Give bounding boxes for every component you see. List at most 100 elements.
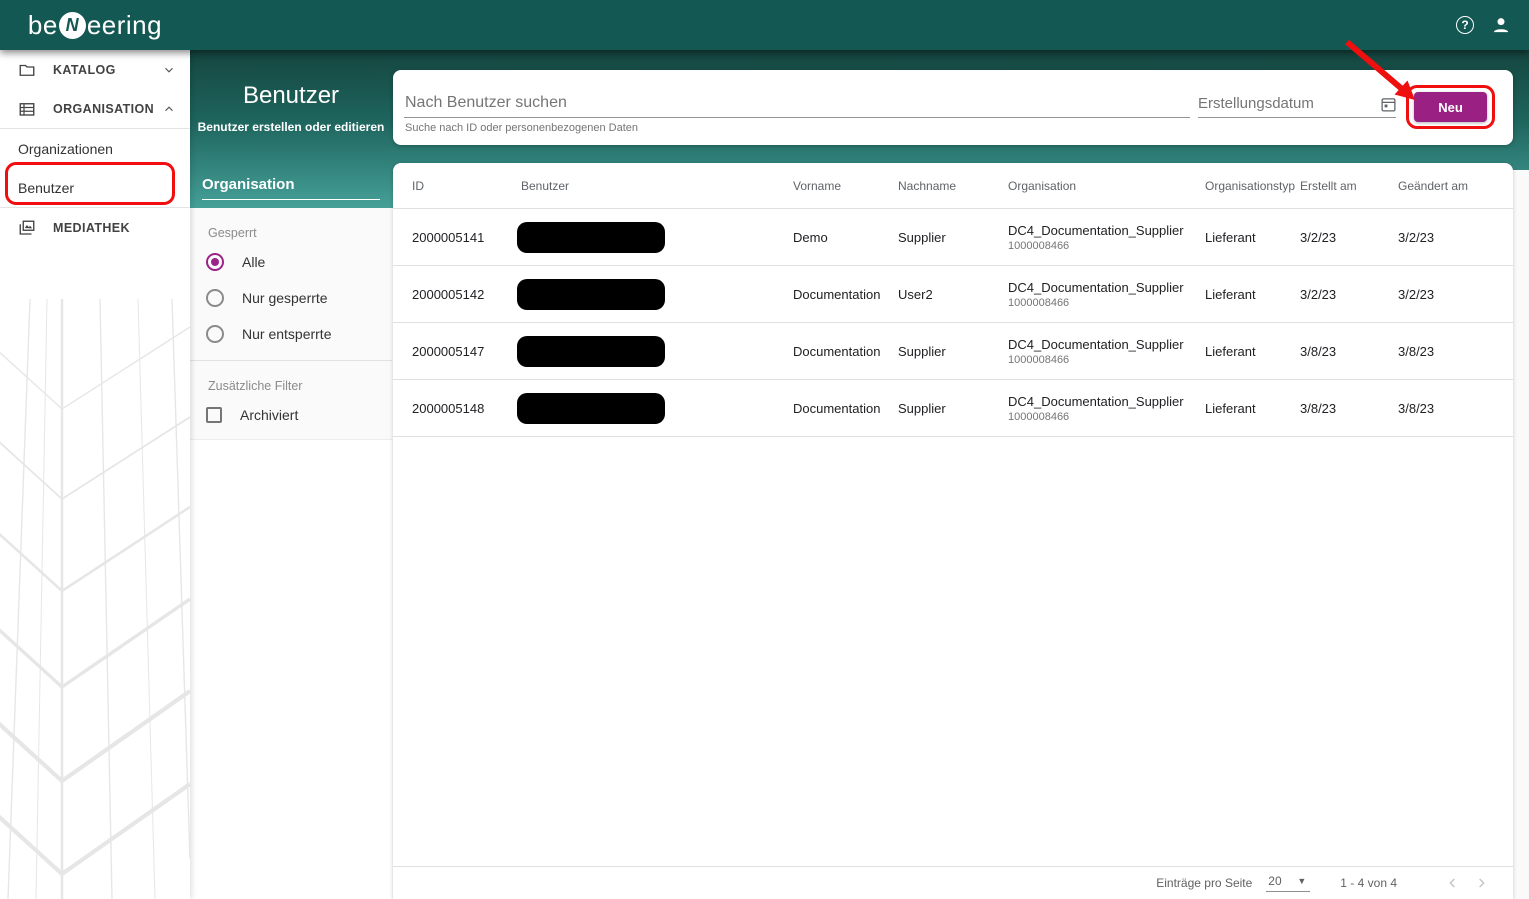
page-subtitle: Benutzer erstellen oder editieren	[190, 120, 392, 134]
new-user-button[interactable]: Neu	[1414, 92, 1487, 122]
radio-icon[interactable]	[206, 325, 224, 343]
sidebar-item-label: ORGANISATION	[53, 102, 154, 116]
table-cell: 2000005142	[412, 287, 521, 302]
next-page-button[interactable]	[1467, 869, 1495, 897]
table-cell: DC4_Documentation_Supplier 1000008466	[1008, 337, 1205, 366]
table-row[interactable]: 2000005142 DocumentationUser2DC4_Document…	[393, 266, 1513, 323]
column-header: Benutzer	[521, 179, 793, 193]
table-cell: 2000005148	[412, 401, 521, 416]
sidebar-item-mediathek[interactable]: MEDIATHEK	[0, 208, 190, 247]
extra-filter-label: Zusätzliche Filter	[190, 361, 392, 397]
table-cell: DC4_Documentation_Supplier1000008466	[1008, 394, 1205, 423]
sidebar-item-organisation[interactable]: ORGANISATION	[0, 89, 190, 128]
radio-icon[interactable]	[206, 289, 224, 307]
sidebar-item-organizationen[interactable]: Organizationen	[0, 129, 190, 168]
table-cell: Documentation	[793, 344, 898, 359]
table-cell	[521, 336, 793, 367]
organisation-id: 1000008466	[1008, 297, 1205, 309]
table-cell: Demo	[793, 230, 898, 245]
table-body: 2000005141 Demo Supplier DC4_Documentation_…	[393, 209, 1513, 437]
previous-page-button[interactable]	[1439, 869, 1467, 897]
organisation-id: 1000008466	[1008, 411, 1205, 423]
pagination-bar: Einträge pro Seite 20 ▼ 1 - 4 von 4	[393, 866, 1513, 899]
app-window: beNeering ?	[0, 0, 1529, 899]
table-cell: User2	[898, 287, 1008, 302]
account-icon[interactable]	[1491, 15, 1511, 35]
column-header: Erstellt am	[1300, 179, 1398, 193]
creation-date-input[interactable]	[1198, 92, 1368, 114]
table-cell	[521, 279, 793, 310]
organisation-name: DC4_Documentation_Supplier	[1008, 223, 1205, 238]
brand-logo[interactable]: beNeering	[0, 10, 190, 41]
table-cell: 3/8/23	[1398, 344, 1513, 359]
sidebar-item-katalog[interactable]: KATALOG	[0, 50, 190, 89]
filter-section-title: Organisation	[202, 176, 295, 193]
table-cell: DC4_Documentation_Supplier1000008466	[1008, 223, 1205, 252]
sidebar-nav: KATALOG ORGANISATION Organizationen Benu…	[0, 50, 190, 899]
top-navbar: beNeering ?	[0, 0, 1529, 50]
redacted-benutzer-value	[517, 393, 665, 424]
logo-text-post: eering	[87, 10, 162, 41]
table-cell: Documentation	[793, 287, 898, 302]
organisation-name: DC4_Documentation_Supplier	[1008, 337, 1205, 352]
gesperrt-radio-2[interactable]: Nur entsperrte	[190, 316, 392, 352]
gesperrt-radio-group: Alle Nur gesperrte Nur entsperrte	[190, 244, 392, 352]
radio-label: Nur gesperrte	[242, 290, 328, 306]
table-cell: 3/8/23	[1300, 401, 1398, 416]
table-cell: Lieferant	[1205, 344, 1300, 359]
column-header: Organisation	[1008, 179, 1205, 193]
table-cell: Lieferant	[1205, 230, 1300, 245]
logo-text-pre: be	[28, 10, 58, 41]
chevron-up-icon	[162, 102, 176, 116]
search-underline	[404, 117, 1190, 118]
right-margin	[1513, 170, 1529, 208]
building-background-image	[0, 299, 190, 899]
page-title: Benutzer	[190, 82, 392, 110]
redacted-benutzer-value	[517, 336, 665, 367]
sidebar-item-benutzer[interactable]: Benutzer	[0, 168, 190, 207]
radio-icon[interactable]	[206, 253, 224, 271]
table-cell: Supplier	[898, 401, 1008, 416]
organisation-icon	[18, 100, 36, 118]
search-input[interactable]	[405, 91, 1185, 115]
search-card: Suche nach ID oder personenbezogenen Dat…	[393, 70, 1513, 145]
logo-n-icon: N	[59, 12, 86, 39]
filter-column: Gesperrt AlleNur gesperrteNur entsperrte…	[190, 208, 392, 899]
table-row[interactable]: 2000005147DocumentationSupplierDC4_Docum…	[393, 323, 1513, 380]
column-header: Geändert am	[1398, 179, 1513, 193]
users-table-card: IDBenutzerVornameNachnameOrganisationOrg…	[393, 163, 1513, 899]
radio-label: Nur entsperrte	[242, 326, 331, 342]
archiviert-checkbox-row[interactable]: Archiviert	[190, 397, 392, 423]
date-underline	[1198, 117, 1396, 118]
folder-icon	[18, 61, 36, 79]
per-page-select[interactable]: 20 ▼	[1266, 874, 1310, 892]
organisation-name: DC4_Documentation_Supplier	[1008, 280, 1205, 295]
table-cell: 2000005147	[412, 344, 521, 359]
table-row[interactable]: 2000005141DemoSupplierDC4_Documentation_…	[393, 209, 1513, 266]
section-underline	[202, 199, 380, 200]
table-cell: Lieferant	[1205, 401, 1300, 416]
organisation-id: 1000008466	[1008, 354, 1205, 366]
table-cell: 3/8/23	[1398, 401, 1513, 416]
help-icon[interactable]: ?	[1456, 16, 1474, 34]
radio-label: Alle	[242, 254, 265, 270]
archiviert-label: Archiviert	[240, 407, 298, 423]
table-cell: 3/2/23	[1300, 287, 1398, 302]
table-cell: 3/2/23	[1398, 230, 1513, 245]
dropdown-caret-icon: ▼	[1297, 876, 1306, 886]
table-row[interactable]: 2000005148 DocumentationSupplierDC4_Docum…	[393, 380, 1513, 437]
sidebar-subitem-label: Organizationen	[18, 141, 113, 157]
archiviert-checkbox[interactable]	[206, 407, 222, 423]
redacted-benutzer-value	[517, 279, 665, 310]
table-cell: DC4_Documentation_Supplier 1000008466	[1008, 280, 1205, 309]
table-cell	[521, 222, 793, 253]
gesperrt-radio-selected[interactable]: Alle	[190, 244, 392, 280]
table-cell: 3/8/23	[1300, 344, 1398, 359]
table-cell: 2000005141	[412, 230, 521, 245]
gesperrt-radio-1[interactable]: Nur gesperrte	[190, 280, 392, 316]
calendar-icon[interactable]	[1380, 96, 1397, 118]
table-cell: Documentation	[793, 401, 898, 416]
column-header: ID	[412, 179, 521, 193]
per-page-value: 20	[1268, 874, 1281, 888]
table-cell: 3/2/23	[1398, 287, 1513, 302]
